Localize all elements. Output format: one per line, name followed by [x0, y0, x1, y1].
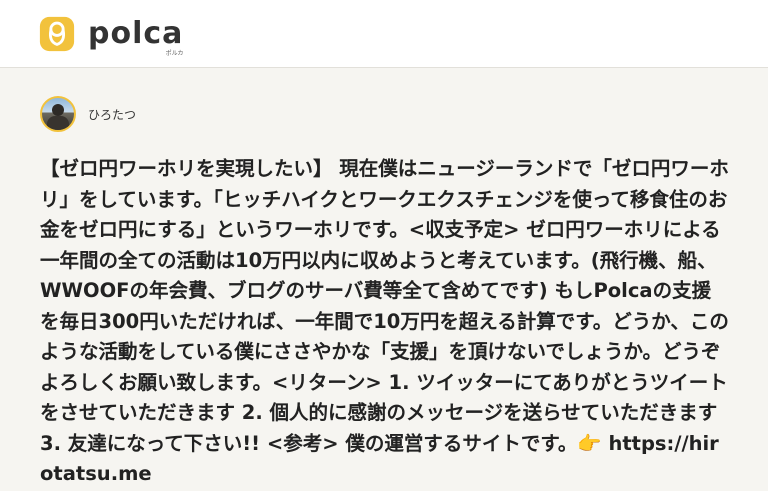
polca-logo-text[interactable]: polca ポルカ	[88, 15, 184, 56]
app-header: polca ポルカ	[0, 0, 768, 68]
avatar-body	[47, 116, 69, 130]
polca-logo-icon[interactable]	[38, 15, 76, 53]
avatar[interactable]	[40, 96, 76, 132]
avatar-head	[52, 104, 64, 116]
logo-text: polca	[88, 15, 184, 51]
author-name[interactable]: ひろたつ	[88, 106, 136, 123]
logo-subtext: ポルカ	[165, 49, 184, 57]
project-description: 【ゼロ円ワーホリを実現したい】 現在僕はニュージーランドで「ゼロ円ワーホリ」をし…	[40, 157, 729, 485]
project-main: ひろたつ 【ゼロ円ワーホリを実現したい】 現在僕はニュージーランドで「ゼロ円ワー…	[0, 68, 768, 490]
author-row[interactable]: ひろたつ	[40, 96, 728, 132]
